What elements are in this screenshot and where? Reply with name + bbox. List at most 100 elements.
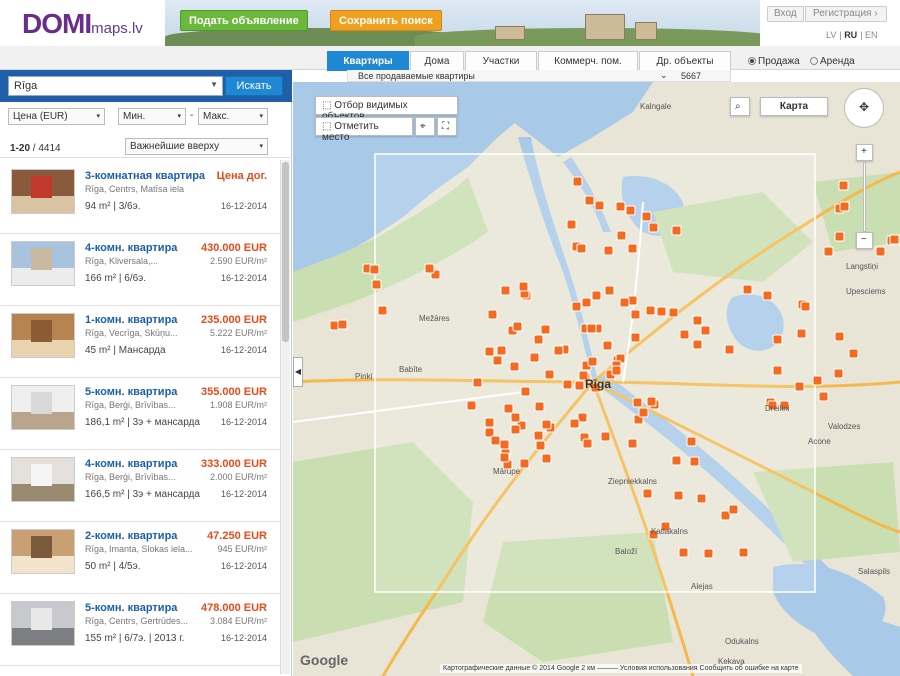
- listing-marker-icon[interactable]: [742, 284, 753, 295]
- zoom-slider[interactable]: [863, 162, 866, 232]
- search-button[interactable]: Искать: [225, 76, 283, 96]
- listing-marker-icon[interactable]: [692, 339, 703, 350]
- listing-marker-icon[interactable]: [686, 436, 697, 447]
- listing-marker-icon[interactable]: [668, 307, 679, 318]
- listing-marker-icon[interactable]: [499, 439, 510, 450]
- listing-marker-icon[interactable]: [848, 348, 859, 359]
- listing-marker-icon[interactable]: [484, 346, 495, 357]
- listing-marker-icon[interactable]: [638, 407, 649, 418]
- listing-marker-icon[interactable]: [641, 211, 652, 222]
- listing-marker-icon[interactable]: [466, 400, 477, 411]
- listing-marker-icon[interactable]: [889, 234, 900, 245]
- listing-marker-icon[interactable]: [369, 264, 380, 275]
- listing-marker-icon[interactable]: [834, 331, 845, 342]
- listing-marker-icon[interactable]: [377, 305, 388, 316]
- map-view[interactable]: Kalngale Langstiņi Mežāres Rīga Dreilini Valo…: [293, 82, 900, 676]
- listing-marker-icon[interactable]: [724, 344, 735, 355]
- listing-marker-icon[interactable]: [534, 401, 545, 412]
- register-button[interactable]: Регистрация ›: [805, 6, 887, 22]
- listing-marker-icon[interactable]: [586, 323, 597, 334]
- listing-marker-icon[interactable]: [812, 375, 823, 386]
- logo[interactable]: DOMImaps.lv: [22, 8, 143, 40]
- listing-marker-icon[interactable]: [772, 334, 783, 345]
- tab-other[interactable]: Др. объекты: [639, 51, 731, 71]
- listing-marker-icon[interactable]: [566, 219, 577, 230]
- listing-marker-icon[interactable]: [337, 319, 348, 330]
- listing-marker-icon[interactable]: [562, 379, 573, 390]
- listing-marker-icon[interactable]: [509, 361, 520, 372]
- listing-item[interactable]: 5-комн. квартира 355.000 EUR Rīga, Berģi, …: [0, 378, 280, 450]
- listing-marker-icon[interactable]: [794, 381, 805, 392]
- listing-marker-icon[interactable]: [700, 325, 711, 336]
- listing-marker-icon[interactable]: [625, 205, 636, 216]
- listing-title[interactable]: 4-комн. квартира: [85, 242, 177, 254]
- listing-marker-icon[interactable]: [823, 246, 834, 257]
- listing-marker-icon[interactable]: [642, 488, 653, 499]
- tab-houses[interactable]: Дома: [410, 51, 464, 71]
- listing-marker-icon[interactable]: [492, 355, 503, 366]
- collapse-panel-button[interactable]: ◀: [293, 357, 303, 387]
- listing-marker-icon[interactable]: [582, 438, 593, 449]
- listing-marker-icon[interactable]: [772, 365, 783, 376]
- listing-marker-icon[interactable]: [630, 332, 641, 343]
- fullscreen-icon[interactable]: ⛶: [437, 117, 457, 136]
- listing-marker-icon[interactable]: [603, 245, 614, 256]
- listing-marker-icon[interactable]: [604, 285, 615, 296]
- radio-sale[interactable]: Продажа: [748, 56, 800, 67]
- listing-marker-icon[interactable]: [875, 246, 886, 257]
- search-input[interactable]: Rīga ▼: [8, 76, 223, 96]
- listing-item[interactable]: 4-комн. квартира 430.000 EUR Rīga, Klivers…: [0, 234, 280, 306]
- listing-marker-icon[interactable]: [703, 548, 714, 559]
- listing-item[interactable]: 2-комн. квартира 47.250 EUR Rīga, Imanta, …: [0, 522, 280, 594]
- listing-marker-icon[interactable]: [615, 201, 626, 212]
- listing-marker-icon[interactable]: [519, 458, 530, 469]
- sort-select[interactable]: Важнейшие вверху ▾: [125, 138, 268, 155]
- tab-commercial[interactable]: Коммерч. пом.: [538, 51, 638, 71]
- listing-marker-icon[interactable]: [671, 225, 682, 236]
- listing-marker-icon[interactable]: [728, 504, 739, 515]
- mark-place-button[interactable]: ⬚ Отметить место: [315, 117, 413, 143]
- listing-marker-icon[interactable]: [594, 200, 605, 211]
- listing-marker-icon[interactable]: [424, 263, 435, 274]
- listing-marker-icon[interactable]: [600, 431, 611, 442]
- listing-marker-icon[interactable]: [487, 309, 498, 320]
- listing-marker-icon[interactable]: [510, 424, 521, 435]
- listing-title[interactable]: 2-комн. квартира: [85, 530, 177, 542]
- post-ad-button[interactable]: Подать объявление: [180, 10, 308, 31]
- listing-title[interactable]: 3-комнатная квартира: [85, 170, 205, 182]
- listing-marker-icon[interactable]: [587, 356, 598, 367]
- tab-plots[interactable]: Участки: [465, 51, 537, 71]
- listing-marker-icon[interactable]: [503, 403, 514, 414]
- listing-marker-icon[interactable]: [591, 290, 602, 301]
- tab-apartments[interactable]: Квартиры: [327, 51, 409, 71]
- listing-title[interactable]: 1-комн. квартира: [85, 314, 177, 326]
- listing-marker-icon[interactable]: [800, 301, 811, 312]
- pan-control-icon[interactable]: ✥: [844, 88, 884, 128]
- listing-photo[interactable]: [11, 457, 75, 502]
- listing-marker-icon[interactable]: [500, 285, 511, 296]
- listing-marker-icon[interactable]: [553, 345, 564, 356]
- listing-marker-icon[interactable]: [512, 321, 523, 332]
- listing-marker-icon[interactable]: [762, 290, 773, 301]
- listing-photo[interactable]: [11, 241, 75, 286]
- radio-rent[interactable]: Аренда: [810, 56, 855, 67]
- listing-item[interactable]: 4-комн. квартира 333.000 EUR Rīga, Berģi, …: [0, 450, 280, 522]
- listing-marker-icon[interactable]: [584, 195, 595, 206]
- map-credits[interactable]: Картографические данные © 2014 Google 2 …: [440, 664, 802, 673]
- listing-marker-icon[interactable]: [496, 345, 507, 356]
- listing-marker-icon[interactable]: [544, 369, 555, 380]
- price-min-select[interactable]: Мин. ▾: [118, 108, 186, 125]
- lang-en[interactable]: EN: [865, 30, 878, 40]
- listing-marker-icon[interactable]: [632, 397, 643, 408]
- scrollbar[interactable]: [280, 160, 290, 674]
- listing-title[interactable]: 5-комн. квартира: [85, 386, 177, 398]
- listing-photo[interactable]: [11, 529, 75, 574]
- locate-icon[interactable]: ⌖: [415, 117, 435, 136]
- listing-marker-icon[interactable]: [796, 328, 807, 339]
- listing-photo[interactable]: [11, 313, 75, 358]
- lang-ru[interactable]: RU: [844, 30, 857, 40]
- listing-title[interactable]: 5-комн. квартира: [85, 602, 177, 614]
- listing-marker-icon[interactable]: [645, 305, 656, 316]
- listing-marker-icon[interactable]: [678, 547, 689, 558]
- listing-marker-icon[interactable]: [518, 281, 529, 292]
